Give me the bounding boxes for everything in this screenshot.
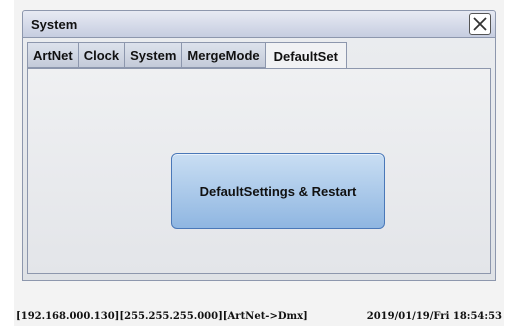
tab-artnet[interactable]: ArtNet <box>27 42 78 68</box>
status-network-info: [192.168.000.130][255.255.255.000][ArtNe… <box>16 310 308 322</box>
device-screen: System ArtNet Clock System MergeMode Def… <box>14 0 504 326</box>
tab-panel-defaultset: DefaultSettings & Restart <box>27 68 491 274</box>
window-body: ArtNet Clock System MergeMode DefaultSet… <box>22 38 496 281</box>
tab-mergemode[interactable]: MergeMode <box>181 42 265 68</box>
tab-system[interactable]: System <box>124 42 182 68</box>
default-settings-restart-button[interactable]: DefaultSettings & Restart <box>171 153 385 229</box>
close-button[interactable] <box>469 13 491 35</box>
tab-defaultset[interactable]: DefaultSet <box>264 42 347 69</box>
status-datetime: 2019/01/19/Fri 18:54:53 <box>366 310 502 322</box>
title-bar: System <box>22 10 496 38</box>
close-icon <box>473 17 487 31</box>
tab-clock[interactable]: Clock <box>77 42 125 68</box>
status-bar: [192.168.000.130][255.255.255.000][ArtNe… <box>14 306 504 326</box>
window-title: System <box>31 17 78 32</box>
tab-strip: ArtNet Clock System MergeMode DefaultSet <box>27 42 347 69</box>
